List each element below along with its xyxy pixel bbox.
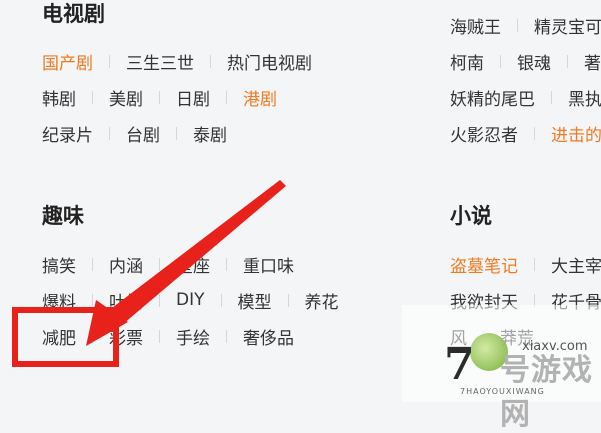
watermark-seven: 7 [444,339,475,390]
watermark: 7 号游戏网 xiaxv.com 7HAOYOUXIWANG [402,305,601,432]
watermark-site: xiaxv.com [522,339,588,354]
watermark-sub: 7HAOYOUXIWANG [460,387,545,396]
watermark-logo: 7 号游戏网 xiaxv.com 7HAOYOUXIWANG [420,319,596,432]
arrow-shaft [104,180,286,330]
